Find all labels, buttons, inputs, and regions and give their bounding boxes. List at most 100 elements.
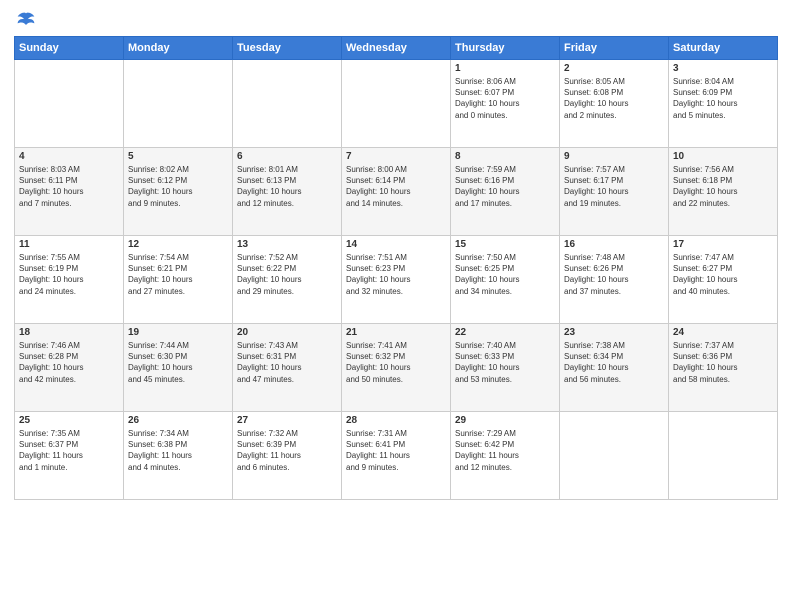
day-info: Sunrise: 7:51 AM Sunset: 6:23 PM Dayligh… [346,252,446,297]
day-number: 29 [455,415,555,426]
day-cell [15,60,124,148]
day-cell: 19 Sunrise: 7:44 AM Sunset: 6:30 PM Dayli… [124,324,233,412]
day-info: Sunrise: 8:01 AM Sunset: 6:13 PM Dayligh… [237,164,337,209]
day-info: Sunrise: 7:44 AM Sunset: 6:30 PM Dayligh… [128,340,228,385]
page-header [14,10,778,30]
day-cell: 7 Sunrise: 8:00 AM Sunset: 6:14 PM Daylig… [342,148,451,236]
day-number: 17 [673,239,773,250]
day-number: 28 [346,415,446,426]
day-number: 14 [346,239,446,250]
day-number: 8 [455,151,555,162]
day-number: 24 [673,327,773,338]
day-cell: 17 Sunrise: 7:47 AM Sunset: 6:27 PM Dayli… [669,236,778,324]
day-info: Sunrise: 8:02 AM Sunset: 6:12 PM Dayligh… [128,164,228,209]
calendar-page: SundayMondayTuesdayWednesdayThursdayFrid… [0,0,792,612]
day-number: 6 [237,151,337,162]
day-info: Sunrise: 7:56 AM Sunset: 6:18 PM Dayligh… [673,164,773,209]
day-number: 2 [564,63,664,74]
day-info: Sunrise: 7:48 AM Sunset: 6:26 PM Dayligh… [564,252,664,297]
header-thursday: Thursday [451,37,560,60]
day-cell: 2 Sunrise: 8:05 AM Sunset: 6:08 PM Daylig… [560,60,669,148]
header-friday: Friday [560,37,669,60]
calendar-table: SundayMondayTuesdayWednesdayThursdayFrid… [14,36,778,500]
day-cell: 27 Sunrise: 7:32 AM Sunset: 6:39 PM Dayli… [233,412,342,500]
day-info: Sunrise: 7:31 AM Sunset: 6:41 PM Dayligh… [346,428,446,473]
day-cell: 3 Sunrise: 8:04 AM Sunset: 6:09 PM Daylig… [669,60,778,148]
logo [14,10,36,30]
day-info: Sunrise: 7:34 AM Sunset: 6:38 PM Dayligh… [128,428,228,473]
day-info: Sunrise: 8:00 AM Sunset: 6:14 PM Dayligh… [346,164,446,209]
day-number: 1 [455,63,555,74]
day-cell [233,60,342,148]
day-cell: 9 Sunrise: 7:57 AM Sunset: 6:17 PM Daylig… [560,148,669,236]
day-number: 25 [19,415,119,426]
day-cell [560,412,669,500]
day-cell: 21 Sunrise: 7:41 AM Sunset: 6:32 PM Dayli… [342,324,451,412]
day-cell: 14 Sunrise: 7:51 AM Sunset: 6:23 PM Dayli… [342,236,451,324]
day-info: Sunrise: 8:03 AM Sunset: 6:11 PM Dayligh… [19,164,119,209]
day-cell: 8 Sunrise: 7:59 AM Sunset: 6:16 PM Daylig… [451,148,560,236]
day-info: Sunrise: 8:04 AM Sunset: 6:09 PM Dayligh… [673,76,773,121]
calendar-body: 1 Sunrise: 8:06 AM Sunset: 6:07 PM Daylig… [15,60,778,500]
day-info: Sunrise: 7:41 AM Sunset: 6:32 PM Dayligh… [346,340,446,385]
day-cell [669,412,778,500]
day-cell: 5 Sunrise: 8:02 AM Sunset: 6:12 PM Daylig… [124,148,233,236]
day-number: 16 [564,239,664,250]
day-info: Sunrise: 7:32 AM Sunset: 6:39 PM Dayligh… [237,428,337,473]
day-info: Sunrise: 8:06 AM Sunset: 6:07 PM Dayligh… [455,76,555,121]
day-number: 5 [128,151,228,162]
day-cell: 10Sunrise: 7:56 AM Sunset: 6:18 PM Dayli… [669,148,778,236]
week-row-0: 1 Sunrise: 8:06 AM Sunset: 6:07 PM Daylig… [15,60,778,148]
day-number: 3 [673,63,773,74]
day-cell: 4 Sunrise: 8:03 AM Sunset: 6:11 PM Daylig… [15,148,124,236]
header-monday: Monday [124,37,233,60]
header-saturday: Saturday [669,37,778,60]
day-info: Sunrise: 7:54 AM Sunset: 6:21 PM Dayligh… [128,252,228,297]
day-number: 11 [19,239,119,250]
day-cell: 25 Sunrise: 7:35 AM Sunset: 6:37 PM Dayli… [15,412,124,500]
day-number: 23 [564,327,664,338]
day-number: 21 [346,327,446,338]
day-number: 9 [564,151,664,162]
day-number: 7 [346,151,446,162]
day-cell: 1 Sunrise: 8:06 AM Sunset: 6:07 PM Daylig… [451,60,560,148]
day-info: Sunrise: 7:40 AM Sunset: 6:33 PM Dayligh… [455,340,555,385]
week-row-1: 4 Sunrise: 8:03 AM Sunset: 6:11 PM Daylig… [15,148,778,236]
day-number: 13 [237,239,337,250]
day-number: 15 [455,239,555,250]
day-cell: 28 Sunrise: 7:31 AM Sunset: 6:41 PM Dayli… [342,412,451,500]
logo-bird-icon [16,10,36,30]
day-number: 26 [128,415,228,426]
day-number: 4 [19,151,119,162]
calendar-header-row: SundayMondayTuesdayWednesdayThursdayFrid… [15,37,778,60]
day-cell: 6 Sunrise: 8:01 AM Sunset: 6:13 PM Daylig… [233,148,342,236]
day-info: Sunrise: 7:35 AM Sunset: 6:37 PM Dayligh… [19,428,119,473]
day-cell: 24Sunrise: 7:37 AM Sunset: 6:36 PM Dayli… [669,324,778,412]
day-cell: 29 Sunrise: 7:29 AM Sunset: 6:42 PM Dayli… [451,412,560,500]
day-info: Sunrise: 8:05 AM Sunset: 6:08 PM Dayligh… [564,76,664,121]
day-number: 19 [128,327,228,338]
day-number: 18 [19,327,119,338]
day-cell: 16 Sunrise: 7:48 AM Sunset: 6:26 PM Dayli… [560,236,669,324]
day-info: Sunrise: 7:57 AM Sunset: 6:17 PM Dayligh… [564,164,664,209]
day-cell: 13 Sunrise: 7:52 AM Sunset: 6:22 PM Dayli… [233,236,342,324]
header-sunday: Sunday [15,37,124,60]
day-cell: 23Sunrise: 7:38 AM Sunset: 6:34 PM Dayli… [560,324,669,412]
day-cell: 26 Sunrise: 7:34 AM Sunset: 6:38 PM Dayli… [124,412,233,500]
day-cell [124,60,233,148]
day-info: Sunrise: 7:59 AM Sunset: 6:16 PM Dayligh… [455,164,555,209]
day-cell: 18 Sunrise: 7:46 AM Sunset: 6:28 PM Dayli… [15,324,124,412]
day-cell [342,60,451,148]
day-info: Sunrise: 7:29 AM Sunset: 6:42 PM Dayligh… [455,428,555,473]
header-wednesday: Wednesday [342,37,451,60]
week-row-2: 11Sunrise: 7:55 AM Sunset: 6:19 PM Dayli… [15,236,778,324]
day-info: Sunrise: 7:50 AM Sunset: 6:25 PM Dayligh… [455,252,555,297]
header-tuesday: Tuesday [233,37,342,60]
day-info: Sunrise: 7:47 AM Sunset: 6:27 PM Dayligh… [673,252,773,297]
week-row-4: 25 Sunrise: 7:35 AM Sunset: 6:37 PM Dayli… [15,412,778,500]
day-info: Sunrise: 7:46 AM Sunset: 6:28 PM Dayligh… [19,340,119,385]
day-number: 27 [237,415,337,426]
day-cell: 11Sunrise: 7:55 AM Sunset: 6:19 PM Dayli… [15,236,124,324]
day-info: Sunrise: 7:43 AM Sunset: 6:31 PM Dayligh… [237,340,337,385]
day-info: Sunrise: 7:52 AM Sunset: 6:22 PM Dayligh… [237,252,337,297]
